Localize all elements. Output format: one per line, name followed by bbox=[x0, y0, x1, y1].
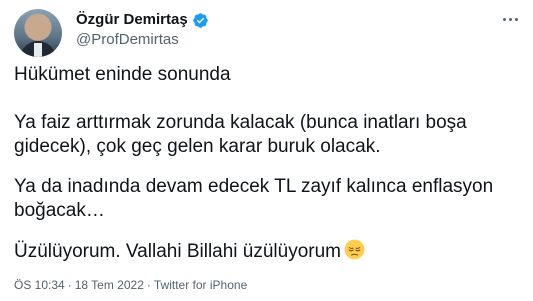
more-dot bbox=[502, 17, 506, 21]
avatar-collar bbox=[34, 43, 42, 57]
meta-separator: · bbox=[67, 278, 72, 292]
meta-separator: · bbox=[146, 278, 151, 292]
tweet-paragraph-last: Üzülüyorum. Vallahi Billahi üzülüyorum bbox=[14, 239, 365, 264]
author-name-row[interactable]: Özgür Demirtaş bbox=[76, 11, 209, 29]
more-dot bbox=[508, 17, 512, 21]
verified-badge-icon bbox=[192, 12, 208, 28]
tweet-paragraph: Hükümet eninde sonunda bbox=[14, 64, 231, 85]
pensive-face-emoji-icon bbox=[344, 239, 365, 260]
more-options-button[interactable] bbox=[499, 8, 521, 30]
author-display-name[interactable]: Özgür Demirtaş bbox=[76, 11, 188, 29]
avatar[interactable] bbox=[14, 9, 62, 57]
tweet-paragraph: Ya da inadında devam edecek TL zayıf kal… bbox=[14, 176, 494, 221]
tweet-paragraph: Ya faiz arttırmak zorunda kalacak (bunca… bbox=[14, 112, 467, 157]
tweet-meta: ÖS 10:34 · 18 Tem 2022 · Twitter for iPh… bbox=[14, 277, 247, 293]
tweet-time[interactable]: ÖS 10:34 bbox=[14, 277, 65, 293]
tweet-source-link[interactable]: Twitter for iPhone bbox=[154, 277, 247, 293]
more-dot bbox=[514, 17, 518, 21]
author-handle[interactable]: @ProfDemirtas bbox=[76, 31, 179, 49]
tweet-paragraph-text: Üzülüyorum. Vallahi Billahi üzülüyorum bbox=[14, 241, 342, 262]
tweet-date[interactable]: 18 Tem 2022 bbox=[75, 277, 144, 293]
